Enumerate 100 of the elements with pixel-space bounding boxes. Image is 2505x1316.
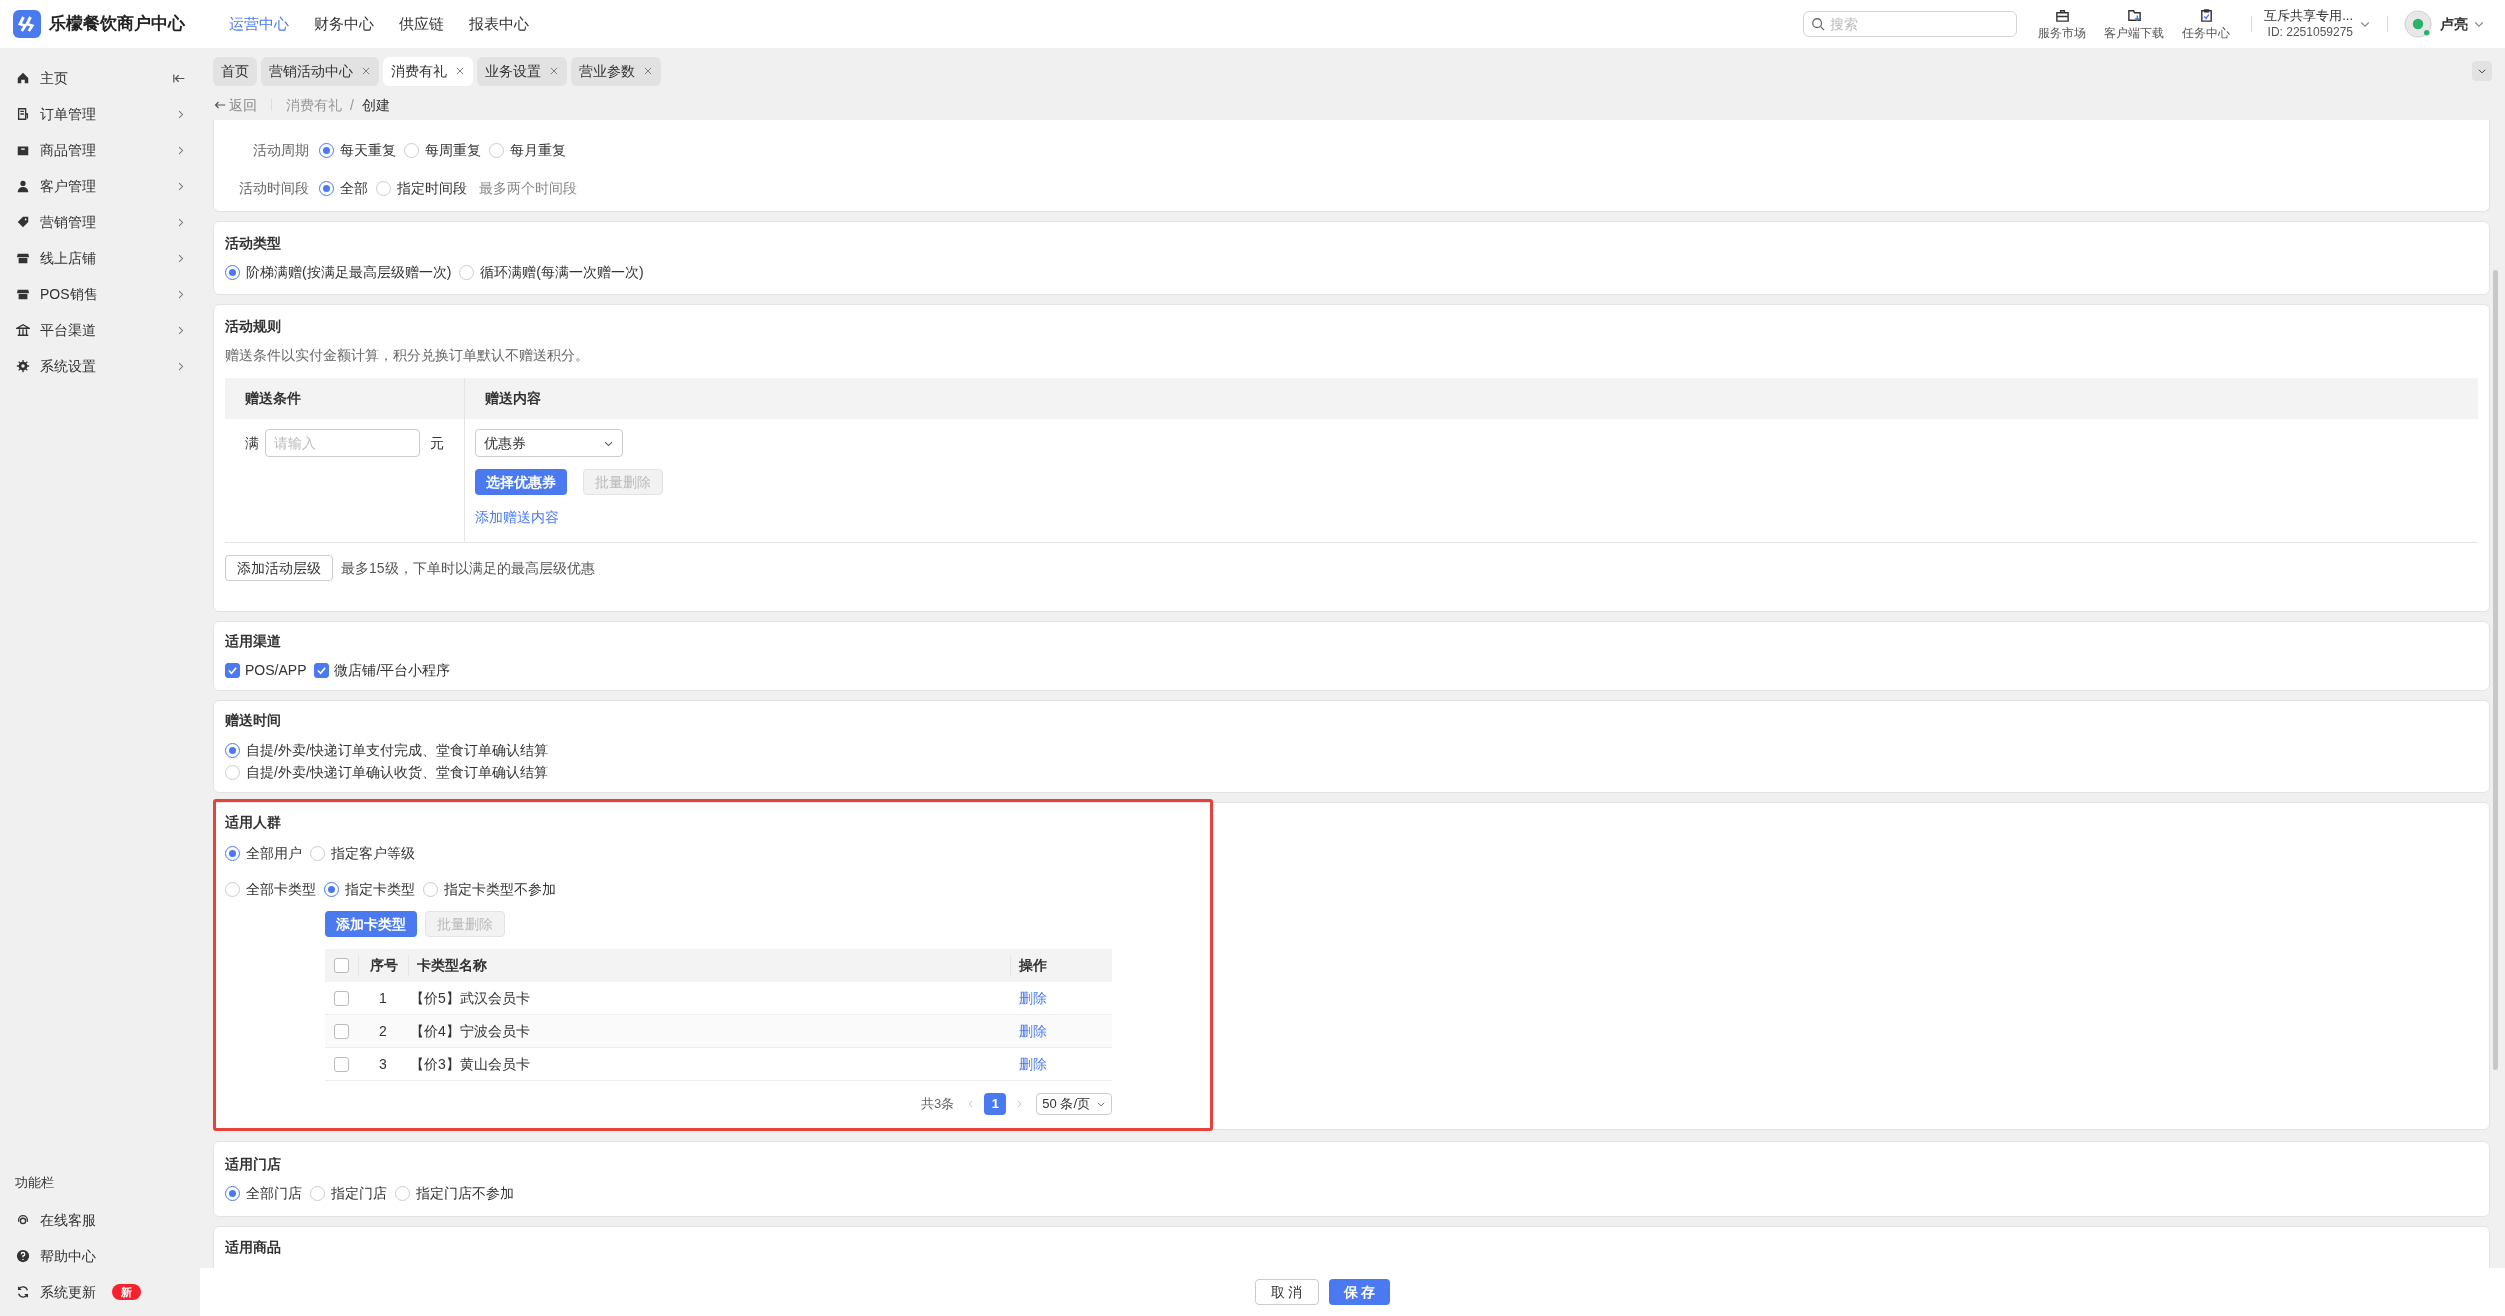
- bank-icon: [16, 323, 30, 337]
- amount-field[interactable]: 请输入: [265, 429, 420, 457]
- search-icon: [1811, 17, 1826, 31]
- toolbar-button[interactable]: 任务中心: [2173, 7, 2240, 41]
- table-cell-text: 1: [378, 988, 388, 1008]
- radio-button[interactable]: [376, 181, 391, 196]
- row-checkbox[interactable]: [334, 1023, 349, 1039]
- radio-button[interactable]: [225, 1186, 240, 1201]
- radio-button[interactable]: [225, 845, 240, 861]
- sidebar-item[interactable]: 系统更新 新: [0, 1274, 200, 1310]
- type-select[interactable]: 优惠券: [475, 429, 623, 457]
- column-header: 赠送条件: [225, 378, 465, 419]
- nav-link[interactable]: 运营中心: [229, 12, 289, 36]
- search-input[interactable]: 搜索: [1830, 13, 2010, 35]
- sidebar-item[interactable]: 平台渠道: [0, 312, 200, 348]
- page-size-select[interactable]: 50 条/页: [1036, 1093, 1112, 1115]
- delete-link[interactable]: 删除: [1019, 1055, 1047, 1072]
- scrollbar-thumb[interactable]: [2493, 270, 2498, 1070]
- sidebar-item[interactable]: 营销管理: [0, 204, 200, 240]
- close-icon[interactable]: [361, 66, 371, 76]
- avatar-icon: [2404, 10, 2432, 38]
- radio-button[interactable]: [324, 881, 339, 897]
- account-id: ID: 2251059275: [2267, 24, 2353, 41]
- delete-link[interactable]: 删除: [1019, 1022, 1047, 1039]
- radio-button[interactable]: [225, 764, 240, 780]
- tab[interactable]: 首页: [213, 56, 257, 86]
- close-icon[interactable]: [549, 66, 559, 76]
- select-all-checkbox[interactable]: [334, 958, 349, 973]
- checkbox[interactable]: [314, 663, 330, 678]
- sidebar-item[interactable]: 线上店铺: [0, 240, 200, 276]
- note-text: 赠送条件以实付金额计算，积分兑换订单默认不赠送积分。: [225, 346, 590, 365]
- close-icon[interactable]: [643, 66, 653, 76]
- button[interactable]: 添加卡类型: [325, 911, 417, 937]
- radio-label: 阶梯满赠(按满足最高层级赠一次): [246, 263, 452, 282]
- tab[interactable]: 消费有礼: [383, 56, 473, 86]
- refresh-icon: [16, 1285, 30, 1299]
- tab-list-button[interactable]: [2472, 61, 2492, 81]
- checkbox-label: POS/APP: [245, 661, 307, 680]
- column-header: 操作: [1010, 955, 1112, 976]
- radio-button[interactable]: [404, 143, 419, 158]
- radio-button[interactable]: [310, 1186, 325, 1201]
- radio-button[interactable]: [319, 181, 334, 196]
- radio-button[interactable]: [423, 881, 438, 897]
- radio-button[interactable]: [225, 265, 240, 280]
- row-checkbox[interactable]: [334, 1056, 349, 1072]
- radio-button[interactable]: [310, 845, 325, 861]
- nav-link[interactable]: 报表中心: [469, 12, 529, 36]
- briefcase-icon: [2054, 7, 2070, 23]
- nav-link[interactable]: 供应链: [399, 12, 444, 36]
- radio-button[interactable]: [489, 143, 504, 158]
- radio-button[interactable]: [225, 742, 240, 758]
- tag-icon: [16, 215, 30, 229]
- check-icon: [227, 665, 238, 676]
- close-icon[interactable]: [455, 66, 465, 76]
- collapse-icon[interactable]: [173, 71, 186, 85]
- radio-label: 指定时间段: [397, 179, 467, 198]
- search-field[interactable]: 搜索: [1803, 11, 2018, 37]
- user-name: 卢亮: [2440, 14, 2468, 34]
- checkbox-label: 微店铺/平台小程序: [334, 661, 451, 680]
- radio-button[interactable]: [395, 1186, 410, 1201]
- button[interactable]: 选择优惠券: [475, 469, 567, 495]
- delete-link[interactable]: 删除: [1019, 989, 1047, 1006]
- radio-label: 循环满赠(每满一次赠一次): [480, 263, 644, 282]
- section-title: 赠送时间: [225, 711, 282, 730]
- radio-label: 自提/外卖/快递订单支付完成、堂食订单确认结算: [246, 740, 548, 760]
- sidebar-item[interactable]: 帮助中心: [0, 1238, 200, 1274]
- sidebar-item[interactable]: 主页: [0, 60, 200, 96]
- radio-label: 指定客户等级: [331, 843, 415, 863]
- toolbar-button[interactable]: 服务市场: [2029, 7, 2096, 41]
- checkbox[interactable]: [225, 663, 240, 678]
- row-checkbox[interactable]: [334, 990, 349, 1006]
- section-title: 适用渠道: [225, 632, 282, 651]
- tab[interactable]: 业务设置: [477, 56, 567, 86]
- add-link[interactable]: 添加赠送内容: [475, 507, 559, 528]
- nav-link[interactable]: 财务中心: [314, 12, 374, 36]
- breadcrumb-separator: /: [350, 95, 354, 115]
- section-title: 适用门店: [225, 1155, 282, 1174]
- sidebar-item[interactable]: 客户管理: [0, 168, 200, 204]
- section-title: 适用人群: [225, 813, 282, 832]
- chevron-down-icon: [1096, 1099, 1106, 1109]
- radio-label: 全部卡类型: [246, 879, 316, 899]
- save-button[interactable]: 保 存: [1328, 1279, 1391, 1305]
- table-cell-text: 2: [378, 1021, 388, 1041]
- sidebar-item[interactable]: POS销售: [0, 276, 200, 312]
- section-title: 活动规则: [225, 317, 282, 336]
- sidebar-item[interactable]: 订单管理: [0, 96, 200, 132]
- toolbar-button[interactable]: 客户端下载: [2095, 7, 2174, 41]
- button[interactable]: 添加活动层级: [225, 555, 333, 581]
- cancel-button[interactable]: 取 消: [1254, 1279, 1319, 1305]
- tab[interactable]: 营销活动中心: [261, 56, 379, 86]
- sidebar-item[interactable]: 在线客服: [0, 1202, 200, 1238]
- sidebar-item[interactable]: 商品管理: [0, 132, 200, 168]
- radio-button[interactable]: [459, 265, 475, 280]
- sidebar-item[interactable]: 系统设置: [0, 348, 200, 384]
- page-button[interactable]: 1: [984, 1093, 1007, 1115]
- radio-button[interactable]: [225, 881, 240, 897]
- help-icon: [16, 1249, 30, 1263]
- tab[interactable]: 营业参数: [571, 56, 661, 86]
- field-label: 活动时间段: [238, 179, 310, 198]
- radio-button[interactable]: [319, 143, 334, 158]
